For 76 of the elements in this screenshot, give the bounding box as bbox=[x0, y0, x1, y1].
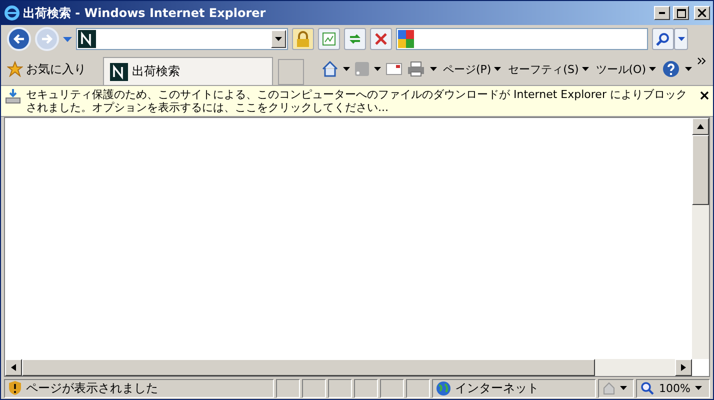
caret-icon bbox=[678, 37, 684, 41]
status-pane bbox=[380, 378, 404, 398]
lock-button[interactable] bbox=[292, 28, 314, 50]
security-zone: インターネット bbox=[455, 380, 539, 396]
status-message: ページが表示されました bbox=[26, 380, 158, 396]
maximize-button[interactable] bbox=[673, 6, 689, 20]
search-field[interactable] bbox=[396, 28, 648, 50]
information-bar-message[interactable]: セキュリティ保護のため、このサイトによる、このコンピューターへのファイルのダウンロードが Internet Explorer によりブロックされました。オプションを表示するには、ここをクリックしてください... bbox=[26, 88, 695, 114]
mail-icon[interactable] bbox=[386, 63, 402, 75]
scroll-right-button[interactable] bbox=[675, 359, 692, 376]
status-pane bbox=[406, 378, 430, 398]
search-button[interactable] bbox=[652, 28, 674, 50]
chevron-icon[interactable] bbox=[697, 57, 707, 65]
status-pane bbox=[354, 378, 378, 398]
dropdown-caret-icon[interactable] bbox=[620, 386, 627, 390]
home-icon[interactable] bbox=[322, 61, 338, 77]
dropdown-caret-icon[interactable] bbox=[685, 67, 692, 71]
dropdown-caret-icon[interactable] bbox=[342, 67, 350, 71]
zoom-level-button[interactable]: 100% bbox=[658, 382, 692, 394]
caret-icon bbox=[494, 67, 502, 71]
maximize-icon bbox=[676, 8, 686, 18]
site-logo-icon bbox=[110, 62, 128, 80]
dropdown-caret-icon[interactable] bbox=[430, 67, 437, 71]
x-icon bbox=[375, 33, 387, 45]
help-icon[interactable] bbox=[662, 60, 680, 78]
caret-icon bbox=[275, 37, 282, 41]
search-provider-icon bbox=[398, 30, 414, 48]
browser-tab[interactable]: 出荷検索 bbox=[103, 57, 273, 85]
left-arrow-icon bbox=[13, 33, 25, 45]
right-triangle-icon bbox=[680, 364, 687, 371]
printer-icon[interactable] bbox=[406, 61, 425, 77]
command-menu[interactable]: ツール(O) bbox=[594, 62, 657, 76]
download-icon bbox=[5, 88, 21, 104]
scroll-up-button[interactable] bbox=[692, 118, 709, 135]
site-logo-icon bbox=[78, 30, 96, 48]
refresh-icon bbox=[348, 32, 362, 46]
compatibility-button[interactable] bbox=[318, 28, 340, 50]
dropdown-caret-icon[interactable] bbox=[374, 67, 381, 71]
command-menu[interactable]: セーフティ(S) bbox=[507, 62, 590, 76]
scrollbar-thumb[interactable] bbox=[22, 359, 595, 376]
address-dropdown-button[interactable] bbox=[271, 30, 286, 48]
close-icon[interactable] bbox=[700, 91, 709, 100]
browser-logo-icon bbox=[4, 5, 20, 21]
minimize-icon bbox=[659, 12, 665, 14]
globe-icon bbox=[436, 380, 451, 396]
caret-icon bbox=[649, 67, 656, 71]
search-icon bbox=[656, 32, 670, 46]
command-menu[interactable]: ページ(P) bbox=[442, 62, 502, 76]
close-icon bbox=[698, 9, 706, 17]
minimize-button[interactable] bbox=[654, 6, 670, 20]
search-options-button[interactable] bbox=[674, 28, 688, 50]
favorites-button[interactable]: お気に入り bbox=[7, 60, 86, 78]
left-triangle-icon bbox=[10, 364, 17, 371]
window-title: 出荷検索 - Windows Internet Explorer bbox=[23, 4, 267, 22]
vertical-scrollbar[interactable] bbox=[692, 118, 709, 359]
star-icon bbox=[7, 61, 23, 77]
scroll-left-button[interactable] bbox=[5, 359, 22, 376]
history-caret-icon[interactable] bbox=[63, 36, 72, 42]
page-chart-icon bbox=[322, 32, 336, 46]
back-button[interactable] bbox=[7, 27, 31, 51]
right-arrow-icon bbox=[41, 33, 53, 45]
refresh-button[interactable] bbox=[344, 28, 366, 50]
caret-icon bbox=[582, 67, 589, 71]
status-pane bbox=[276, 378, 300, 398]
zoom-icon bbox=[640, 381, 654, 395]
shield-warning-icon bbox=[8, 380, 22, 396]
scrollbar-thumb[interactable] bbox=[692, 135, 709, 205]
up-triangle-icon bbox=[697, 123, 704, 130]
horizontal-scrollbar[interactable] bbox=[5, 359, 692, 376]
close-button[interactable] bbox=[694, 6, 710, 20]
padlock-icon bbox=[296, 31, 310, 47]
dropdown-caret-icon[interactable] bbox=[695, 386, 702, 390]
status-pane bbox=[302, 378, 326, 398]
stop-button[interactable] bbox=[370, 28, 392, 50]
address-field[interactable] bbox=[76, 28, 288, 50]
status-pane bbox=[328, 378, 352, 398]
